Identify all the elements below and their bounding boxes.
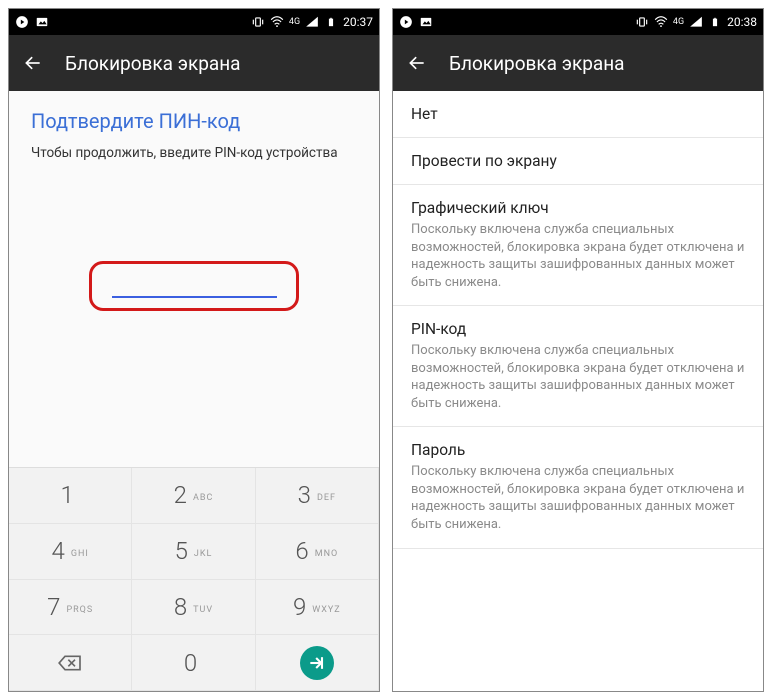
screen-left: 4G 20:37 Блокировка экрана Подтвердите П…	[8, 8, 380, 692]
pin-input-highlight	[89, 261, 299, 311]
back-button[interactable]	[407, 53, 427, 73]
page-title: Блокировка экрана	[65, 52, 241, 75]
key-backspace[interactable]	[9, 635, 132, 691]
key-8[interactable]: 8TUV	[132, 580, 255, 636]
app-bar: Блокировка экрана	[9, 35, 379, 91]
signal-icon	[305, 15, 319, 29]
key-4[interactable]: 4GHI	[9, 524, 132, 580]
network-label: 4G	[289, 18, 300, 27]
enter-icon	[300, 646, 334, 680]
signal-icon	[689, 15, 703, 29]
option-title: Нет	[411, 105, 745, 123]
option-title: Графический ключ	[411, 199, 745, 217]
option-none[interactable]: Нет	[393, 91, 763, 138]
status-bar: 4G 20:38	[393, 9, 763, 35]
option-desc: Поскольку включена служба специальных во…	[411, 342, 745, 412]
pin-subtitle: Чтобы продолжить, введите PIN-код устрой…	[31, 145, 357, 161]
key-7[interactable]: 7PRQS	[9, 580, 132, 636]
wifi-icon	[270, 15, 284, 29]
app-bar: Блокировка экрана	[393, 35, 763, 91]
option-pattern[interactable]: Графический ключ Поскольку включена служ…	[393, 185, 763, 306]
key-9[interactable]: 9WXYZ	[256, 580, 379, 636]
battery-icon	[324, 15, 338, 29]
keypad: 1 2ABC 3DEF 4GHI 5JKL 6MNO 7PRQS 8TUV 9W…	[9, 467, 379, 691]
key-5[interactable]: 5JKL	[132, 524, 255, 580]
wifi-icon	[654, 15, 668, 29]
screen-right: 4G 20:38 Блокировка экрана Нет Провести …	[392, 8, 764, 692]
play-icon	[15, 15, 29, 29]
option-swipe[interactable]: Провести по экрану	[393, 138, 763, 185]
key-0[interactable]: 0	[132, 635, 255, 691]
key-1[interactable]: 1	[9, 468, 132, 524]
option-desc: Поскольку включена служба специальных во…	[411, 463, 745, 533]
status-bar: 4G 20:37	[9, 9, 379, 35]
image-icon	[35, 15, 49, 29]
lock-options-list: Нет Провести по экрану Графический ключ …	[393, 91, 763, 549]
status-time: 20:37	[343, 15, 373, 29]
key-6[interactable]: 6MNO	[256, 524, 379, 580]
key-enter[interactable]	[256, 635, 379, 691]
option-title: Пароль	[411, 441, 745, 459]
image-icon	[419, 15, 433, 29]
pin-header: Подтвердите ПИН-код	[31, 109, 357, 133]
option-title: Провести по экрану	[411, 152, 745, 170]
back-button[interactable]	[23, 53, 43, 73]
vibrate-icon	[251, 15, 265, 29]
key-3[interactable]: 3DEF	[256, 468, 379, 524]
option-password[interactable]: Пароль Поскольку включена служба специал…	[393, 427, 763, 548]
status-time: 20:38	[727, 15, 757, 29]
network-label: 4G	[673, 18, 684, 27]
pin-content: Подтвердите ПИН-код Чтобы продолжить, вв…	[9, 91, 379, 469]
play-icon	[399, 15, 413, 29]
pin-input[interactable]	[112, 296, 277, 298]
option-title: PIN-код	[411, 320, 745, 338]
key-2[interactable]: 2ABC	[132, 468, 255, 524]
page-title: Блокировка экрана	[449, 52, 625, 75]
battery-icon	[708, 15, 722, 29]
vibrate-icon	[635, 15, 649, 29]
option-pin[interactable]: PIN-код Поскольку включена служба специа…	[393, 306, 763, 427]
option-desc: Поскольку включена служба специальных во…	[411, 221, 745, 291]
